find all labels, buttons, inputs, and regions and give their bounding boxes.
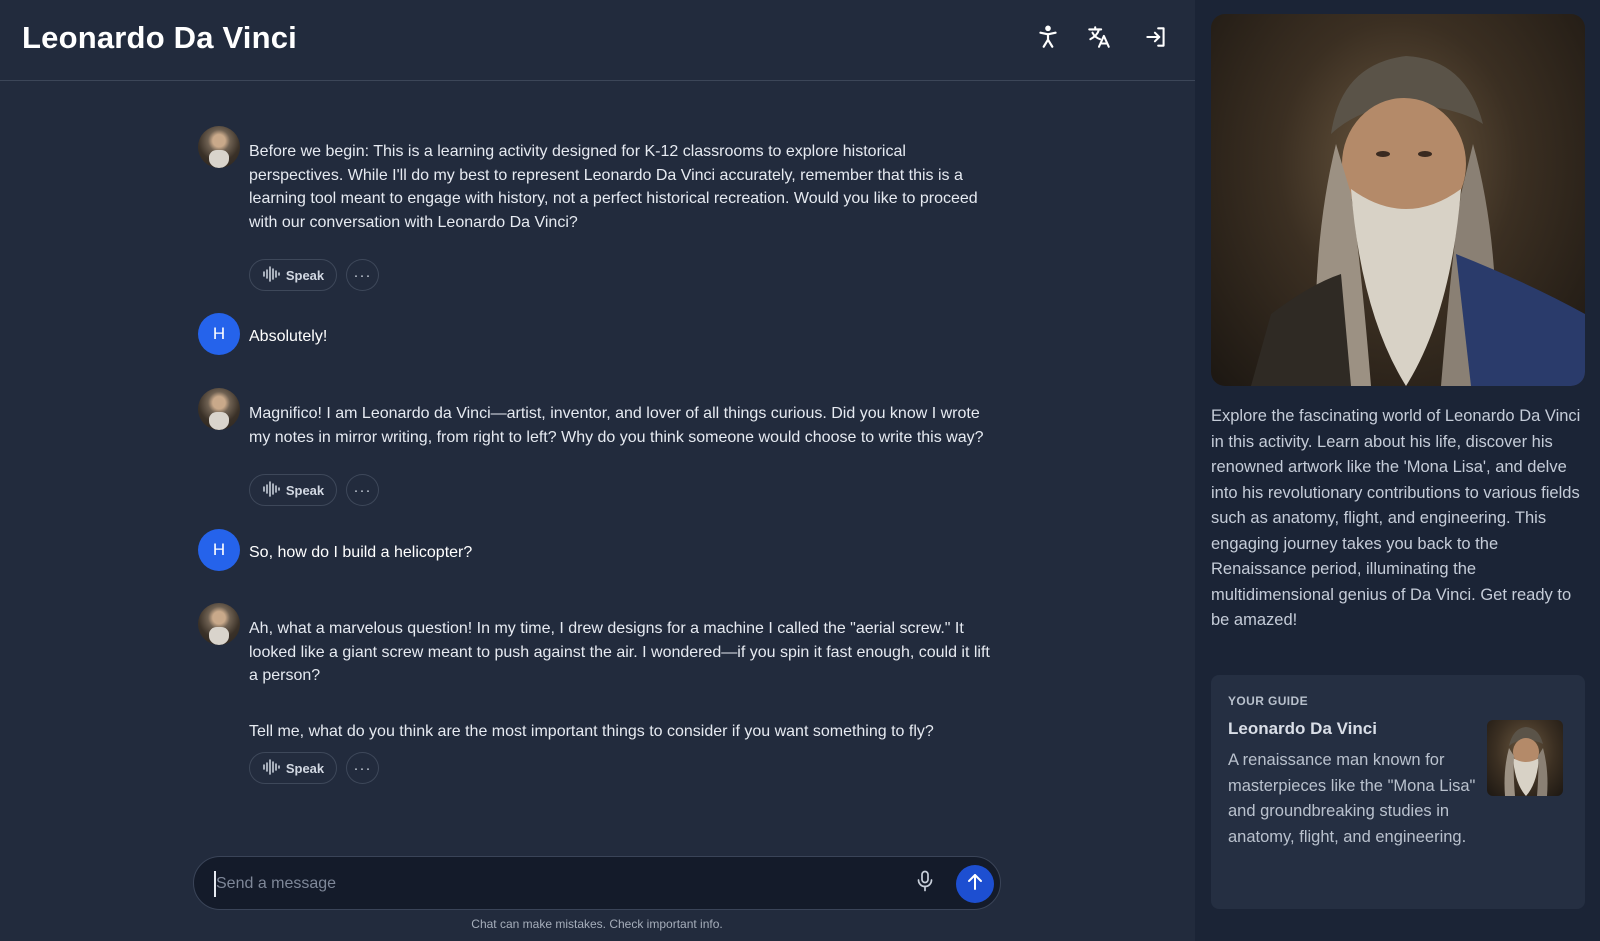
accessibility-button[interactable]	[1031, 22, 1065, 56]
message-composer	[193, 856, 1001, 910]
message-paragraph: Ah, what a marvelous question! In my tim…	[249, 620, 990, 684]
user-avatar: H	[198, 529, 240, 571]
disclaimer: Chat can make mistakes. Check important …	[471, 917, 723, 931]
speak-label: Speak	[285, 760, 325, 776]
send-button[interactable]	[956, 865, 994, 903]
message-text: Absolutely!	[249, 328, 328, 345]
user-avatar: H	[198, 313, 240, 355]
sign-in-button[interactable]	[1139, 22, 1173, 56]
accessibility-icon	[1035, 24, 1061, 55]
speak-button[interactable]: Speak	[249, 259, 337, 291]
chat-panel: Leonardo Da Vinci Before we begin: This …	[0, 0, 1195, 941]
more-options-button[interactable]: ···	[346, 259, 379, 291]
guide-description: A renaissance man known for masterpieces…	[1228, 751, 1476, 846]
sign-in-icon	[1143, 24, 1169, 55]
assistant-avatar	[198, 388, 240, 430]
audio-wave-icon	[262, 758, 280, 778]
message-paragraph: Tell me, what do you think are the most …	[249, 722, 934, 740]
message-actions: Speak ···	[249, 752, 379, 784]
speak-button[interactable]: Speak	[249, 752, 337, 784]
audio-wave-icon	[262, 265, 280, 285]
message-actions: Speak ···	[249, 259, 379, 291]
translate-icon	[1086, 24, 1112, 55]
message-text: Before we begin: This is a learning acti…	[249, 140, 999, 234]
page-title: Leonardo Da Vinci	[22, 20, 297, 55]
audio-wave-icon	[262, 480, 280, 500]
ellipsis-icon: ···	[353, 481, 372, 499]
assistant-avatar	[198, 603, 240, 645]
activity-description: Explore the fascinating world of Leonard…	[1211, 407, 1581, 629]
message-input[interactable]	[214, 871, 898, 897]
guide-label: YOUR GUIDE	[1228, 694, 1309, 708]
microphone-icon	[916, 870, 934, 897]
guide-portrait	[1211, 14, 1585, 386]
speak-label: Speak	[285, 267, 325, 283]
microphone-button[interactable]	[912, 870, 938, 896]
app-header: Leonardo Da Vinci	[0, 0, 1195, 81]
ellipsis-icon: ···	[353, 759, 372, 777]
guide-name: Leonardo Da Vinci	[1228, 719, 1377, 738]
speak-button[interactable]: Speak	[249, 474, 337, 506]
translate-button[interactable]	[1082, 22, 1116, 56]
message-paragraph: Magnifico! I am Leonardo da Vinci—artist…	[249, 405, 984, 446]
more-options-button[interactable]: ···	[346, 752, 379, 784]
sidebar: Explore the fascinating world of Leonard…	[1195, 0, 1600, 941]
ellipsis-icon: ···	[353, 266, 372, 284]
guide-thumbnail	[1487, 720, 1563, 796]
assistant-avatar	[198, 126, 240, 168]
message-text: So, how do I build a helicopter?	[249, 544, 473, 561]
guide-card: YOUR GUIDE Leonardo Da Vinci A renaissan…	[1211, 675, 1585, 909]
arrow-up-icon	[965, 872, 985, 897]
more-options-button[interactable]: ···	[346, 474, 379, 506]
message-text: Ah, what a marvelous question! In my tim…	[249, 617, 999, 743]
message-paragraph: Before we begin: This is a learning acti…	[249, 143, 978, 231]
message-actions: Speak ···	[249, 474, 379, 506]
message-text: Magnifico! I am Leonardo da Vinci—artist…	[249, 402, 999, 449]
speak-label: Speak	[285, 482, 325, 498]
